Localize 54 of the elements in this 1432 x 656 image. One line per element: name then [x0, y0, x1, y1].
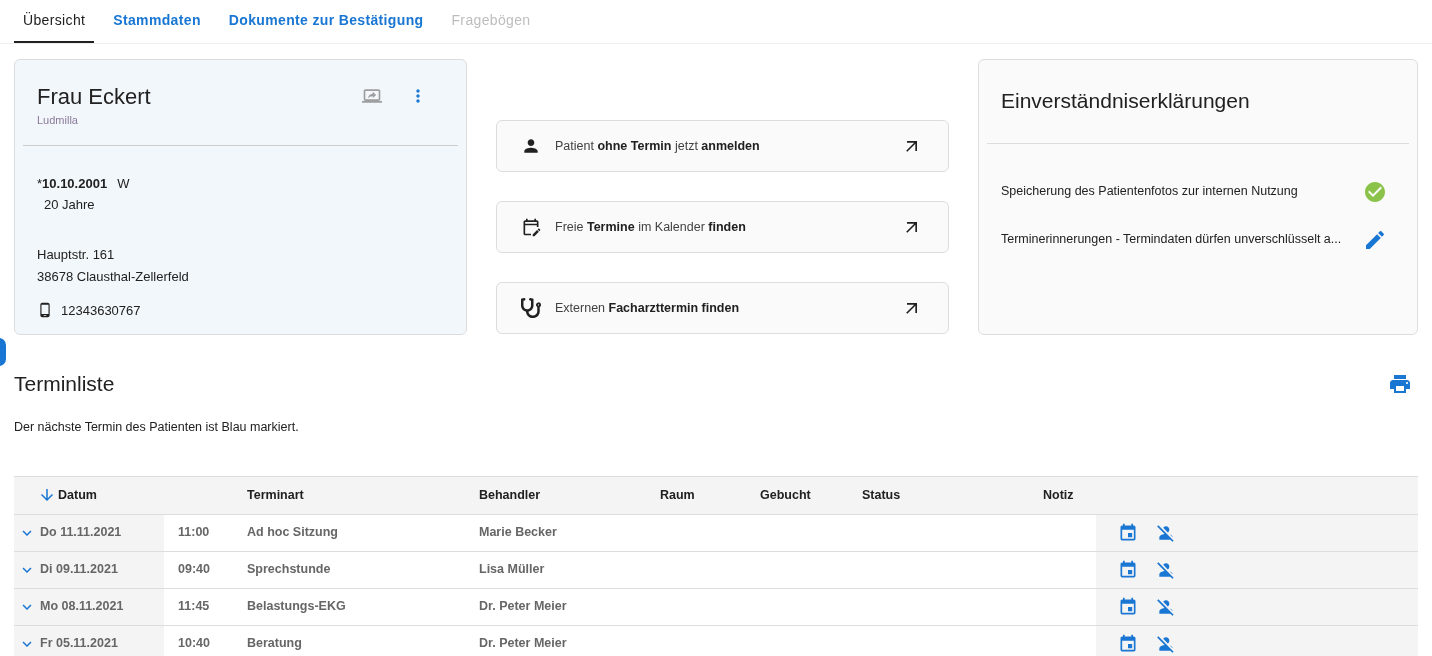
birth-date: *10.10.2001 — [37, 174, 108, 193]
stethoscope-icon — [521, 298, 541, 318]
column-header: Behandler — [479, 487, 541, 502]
phone-number: 12343630767 — [61, 301, 141, 320]
table-cell-text: 09:40 — [178, 561, 210, 579]
calendar-icon[interactable] — [1118, 559, 1138, 580]
table-cell-text: Dr. Peter Meier — [479, 635, 567, 653]
column-header: Status — [862, 487, 901, 502]
table-cell-text: Marie Becker — [479, 524, 557, 542]
check-icon — [1363, 179, 1387, 204]
consent-item: Terminerinnerungen - Termindaten dürfen unverschlüsselt a... — [1001, 231, 1342, 249]
column-header: Gebucht — [760, 487, 811, 502]
section-title: Terminliste — [14, 371, 115, 397]
tab[interactable]: Stammdaten — [104, 0, 210, 43]
phone-icon — [37, 302, 53, 319]
person-off-icon[interactable] — [1156, 522, 1176, 543]
table-cell-text: Belastungs-EKG — [247, 598, 346, 616]
table-cell-text: Lisa Müller — [479, 561, 545, 579]
table-cell[interactable]: Fr 05.11.2021 — [14, 625, 164, 656]
person-off-icon[interactable] — [1156, 633, 1176, 654]
column-header: Notiz — [1043, 487, 1074, 502]
patient-name: Frau Eckert — [37, 84, 151, 110]
action-button[interactable]: Patient ohne Termin jetzt anmelden — [496, 120, 949, 172]
age: 20 Jahre — [44, 196, 96, 214]
sex: W — [117, 174, 130, 193]
calendar-icon[interactable] — [1118, 596, 1138, 617]
table-cell[interactable]: Di 09.11.2021 — [14, 551, 164, 588]
patient-first-name: Ludmilla — [37, 113, 79, 128]
table-cell[interactable]: Mo 08.11.2021 — [14, 588, 164, 625]
calendar-icon[interactable] — [1118, 522, 1138, 543]
sort-icon[interactable] — [38, 486, 56, 504]
city: 38678 Clausthal-Zellerfeld — [37, 268, 190, 286]
column-header[interactable]: Datum — [58, 485, 97, 505]
table-cell-text: 11:00 — [178, 524, 210, 542]
street: Hauptstr. 161 — [37, 245, 116, 264]
tab[interactable]: Dokumente zur Bestätigung — [219, 0, 433, 43]
tab[interactable]: Übersicht — [14, 0, 95, 43]
calendar-icon[interactable] — [1118, 633, 1138, 654]
consent-item: Speicherung des Patientenfotos zur internen Nutzung — [1001, 183, 1298, 201]
hint-text: Der nächste Termin des Patienten ist Blau markiert. — [14, 419, 299, 434]
action-button[interactable]: Externen Facharzttermin finden — [496, 282, 949, 334]
table-cell-text: 10:40 — [178, 635, 210, 653]
column-header: Terminart — [247, 487, 304, 502]
table-cell-text: 11:45 — [178, 598, 210, 616]
person-off-icon[interactable] — [1156, 596, 1176, 617]
table-cell-text: Beratung — [247, 635, 302, 653]
person-off-icon[interactable] — [1156, 559, 1176, 580]
table-cell-text: Dr. Peter Meier — [479, 598, 567, 616]
table-cell-text: Ad hoc Sitzung — [247, 524, 338, 542]
table-cell[interactable]: Do 11.11.2021 — [14, 514, 164, 551]
consent-title: Einverständniserklärungen — [1001, 89, 1250, 112]
column-header: Raum — [660, 487, 695, 502]
action-button[interactable]: Freie Termine im Kalender finden — [496, 201, 949, 253]
table-cell-text: Sprechstunde — [247, 561, 331, 579]
